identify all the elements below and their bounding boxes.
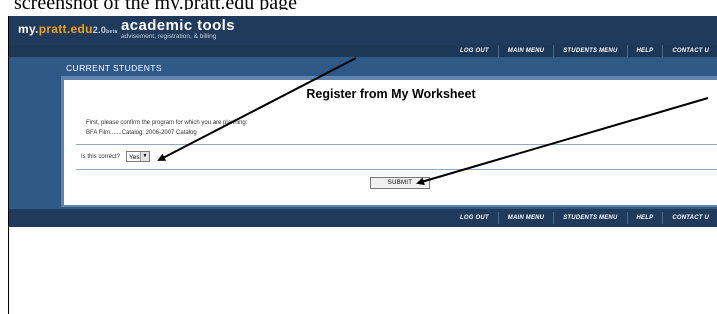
- divider: [76, 144, 717, 145]
- app-subtitle: advisement, registration, & billing: [121, 33, 217, 40]
- confirm-label: Is this correct?: [81, 154, 121, 160]
- top-navbar: LOG OUT MAIN MENU STUDENTS MENU HELP CON…: [9, 45, 717, 57]
- submit-button[interactable]: SUBMIT: [370, 177, 430, 189]
- confirm-select-value: Yes: [129, 154, 140, 161]
- nav-contact-link[interactable]: CONTACT U: [662, 212, 717, 224]
- nav-help-link[interactable]: HELP: [626, 212, 663, 224]
- left-sidebar: [9, 60, 61, 207]
- divider: [76, 169, 717, 170]
- nav-help-link[interactable]: HELP: [626, 45, 663, 57]
- content-panel: Register from My Worksheet First, please…: [64, 80, 717, 205]
- nav-students-menu-link[interactable]: STUDENTS MENU: [553, 45, 626, 57]
- program-text: BFA Film.......Catalog: 2006-2007 Catalo…: [86, 130, 197, 136]
- section-header: CURRENT STUDENTS: [9, 60, 717, 76]
- nav-main-menu-link[interactable]: MAIN MENU: [497, 212, 553, 224]
- logo-tm: beta: [106, 29, 118, 35]
- bottom-navbar: LOG OUT MAIN MENU STUDENTS MENU HELP CON…: [9, 207, 717, 227]
- app-title: academic tools: [121, 17, 235, 34]
- browser-frame: my.pratt.edu2.0beta academic tools advis…: [8, 16, 717, 314]
- site-logo[interactable]: my.pratt.edu2.0beta: [18, 22, 118, 36]
- confirm-select[interactable]: Yes ▼: [126, 151, 150, 162]
- chevron-down-icon[interactable]: ▼: [140, 152, 149, 161]
- logo-domain: pratt.edu: [38, 22, 93, 36]
- bottom-nav-links: LOG OUT MAIN MENU STUDENTS MENU HELP CON…: [451, 212, 717, 224]
- section-title: CURRENT STUDENTS: [66, 63, 162, 73]
- caption-text: screenshot of the my.pratt.edu page: [0, 0, 717, 10]
- nav-main-menu-link[interactable]: MAIN MENU: [497, 45, 553, 57]
- page-heading: Register from My Worksheet: [306, 87, 476, 101]
- logo-prefix: my.: [18, 22, 39, 36]
- logo-version: 2.0: [92, 25, 107, 35]
- intro-text: First, please confirm the program for wh…: [86, 120, 248, 126]
- nav-logout-link[interactable]: LOG OUT: [451, 45, 498, 57]
- top-header: my.pratt.edu2.0beta academic tools advis…: [9, 16, 717, 45]
- top-nav-links: LOG OUT MAIN MENU STUDENTS MENU HELP CON…: [451, 45, 717, 57]
- nav-students-menu-link[interactable]: STUDENTS MENU: [553, 212, 626, 224]
- nav-contact-link[interactable]: CONTACT U: [662, 45, 717, 57]
- nav-logout-link[interactable]: LOG OUT: [451, 212, 498, 224]
